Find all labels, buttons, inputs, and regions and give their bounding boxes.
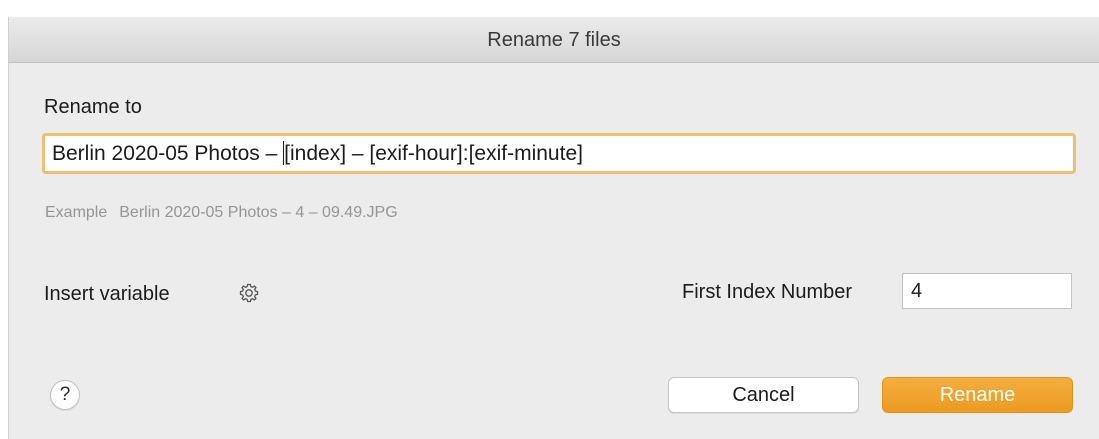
first-index-label: First Index Number	[682, 281, 853, 303]
gear-icon[interactable]	[237, 281, 261, 305]
pattern-text-after-caret: [index] – [exif-hour]:[exif-minute]	[284, 142, 583, 165]
pattern-text-before-caret: Berlin 2020-05 Photos –	[52, 142, 284, 165]
help-button[interactable]: ?	[50, 380, 80, 410]
rename-dialog: Rename 7 files Rename to Berlin 2020-05 …	[9, 17, 1099, 439]
example-value: Berlin 2020-05 Photos – 4 – 09.49.JPG	[119, 204, 398, 221]
cancel-button[interactable]: Cancel	[668, 377, 859, 413]
example-label: Example	[45, 204, 108, 221]
rename-pattern-input[interactable]: Berlin 2020-05 Photos – [index] – [exif-…	[42, 133, 1076, 174]
insert-variable-label: Insert variable	[44, 283, 170, 305]
title-bar: Rename 7 files	[9, 17, 1099, 63]
rename-button[interactable]: Rename	[882, 377, 1073, 413]
first-index-input[interactable]: 4	[902, 273, 1072, 309]
dialog-title: Rename 7 files	[487, 29, 621, 51]
rename-to-label: Rename to	[44, 96, 142, 118]
example-preview: Example Berlin 2020-05 Photos – 4 – 09.49…	[45, 204, 398, 222]
